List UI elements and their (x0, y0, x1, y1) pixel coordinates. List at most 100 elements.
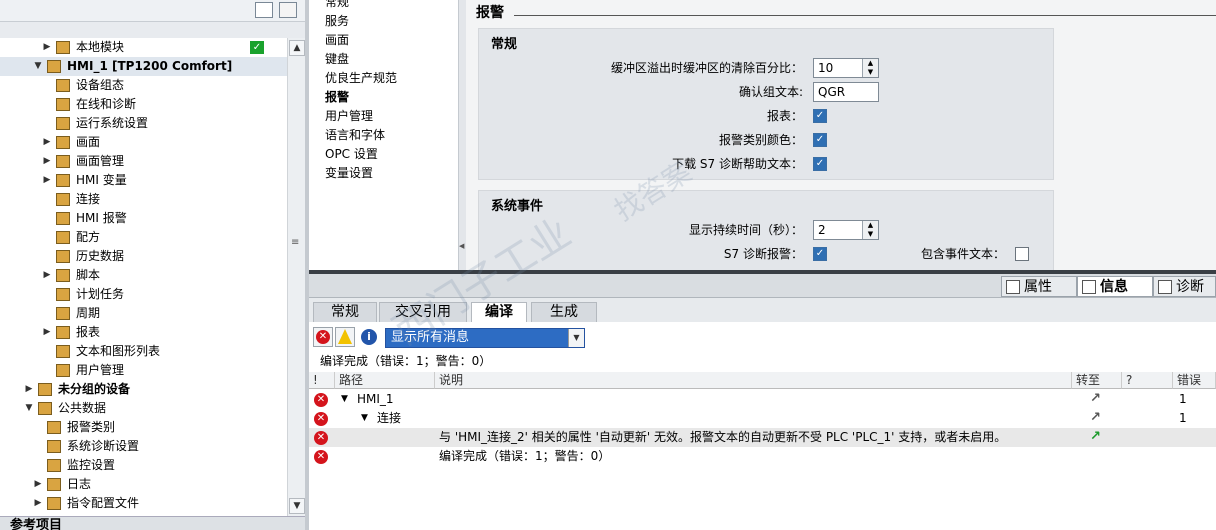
nav-item[interactable]: 变量设置 (325, 164, 373, 183)
tree-item[interactable]: 报警类别 (0, 418, 287, 437)
nav-item[interactable]: 用户管理 (325, 107, 373, 126)
expand-arrow-icon[interactable]: ▶ (42, 266, 52, 285)
tree-item[interactable]: HMI 报警 (0, 209, 287, 228)
expand-arrow-icon[interactable]: ▶ (42, 323, 52, 342)
tree-item[interactable]: 用户管理 (0, 361, 287, 380)
nav-item[interactable]: 服务 (325, 12, 349, 31)
tree-item[interactable]: ▼ HMI_1 [TP1200 Comfort] (0, 57, 287, 76)
nav-item[interactable]: 报警 (325, 88, 349, 107)
tree-item[interactable]: 运行系统设置 (0, 114, 287, 133)
info-icon (1082, 280, 1096, 294)
buffer-clear-label: 缓冲区溢出时缓冲区的清除百分比： (610, 61, 803, 75)
goto-icon[interactable]: ↗ (1090, 411, 1102, 424)
nav-item[interactable]: 优良生产规范 (325, 69, 397, 88)
goto-icon[interactable]: ↗ (1090, 392, 1102, 405)
subtab-general[interactable]: 常规 (313, 302, 377, 322)
stepper-arrows-icon[interactable]: ▲ ▼ (862, 59, 878, 77)
ack-group-field[interactable]: QGR (813, 82, 879, 102)
col-goto[interactable]: 转至 (1072, 372, 1122, 389)
expand-arrow-icon[interactable]: ▶ (42, 133, 52, 152)
tree-item[interactable]: 文本和图形列表 (0, 342, 287, 361)
collapse-arrow-icon[interactable]: ▼ (341, 390, 348, 409)
scroll-down-icon[interactable]: ▼ (289, 498, 305, 514)
filter-warnings-button[interactable] (335, 327, 355, 347)
scroll-grip-icon[interactable]: ≡ (291, 238, 303, 248)
display-duration-stepper[interactable]: 2 ▲ ▼ (813, 220, 879, 240)
collapse-arrow-icon[interactable]: ▼ (24, 399, 34, 418)
tree-item[interactable]: ▶ 报表 (0, 323, 287, 342)
download-s7-checkbox[interactable]: ✓ (813, 157, 827, 171)
tree-item[interactable]: ▶ 脚本 (0, 266, 287, 285)
grid-view-icon[interactable] (279, 2, 297, 18)
tree-item[interactable]: 设备组态 (0, 76, 287, 95)
nav-collapse-bar[interactable]: ◀ (458, 0, 466, 270)
tree-item[interactable]: 历史数据 (0, 247, 287, 266)
tree-item[interactable]: 周期 (0, 304, 287, 323)
nav-item[interactable]: 语言和字体 (325, 126, 385, 145)
subtab-compile[interactable]: 编译 (471, 302, 527, 322)
col-help[interactable]: ? (1122, 372, 1173, 389)
stepper-arrows-icon[interactable]: ▲ ▼ (862, 221, 878, 239)
col-path[interactable]: 路径 (335, 372, 435, 389)
tree-item[interactable]: 在线和诊断 (0, 95, 287, 114)
tree-item[interactable]: 计划任务 (0, 285, 287, 304)
tree-item[interactable]: 连接 (0, 190, 287, 209)
list-view-icon[interactable] (255, 2, 273, 18)
col-severity[interactable]: ! (309, 372, 335, 389)
expand-arrow-icon[interactable]: ▶ (42, 152, 52, 171)
event-text-checkbox[interactable] (1015, 247, 1029, 261)
tree-item[interactable]: 监控设置 (0, 456, 287, 475)
tree-item-label: 监控设置 (67, 458, 116, 472)
expand-arrow-icon[interactable]: ▶ (42, 38, 52, 57)
tree-item[interactable]: ▼ 公共数据 (0, 399, 287, 418)
tree-item[interactable]: 系统诊断设置 (0, 437, 287, 456)
collapse-arrow-icon[interactable]: ▼ (33, 57, 43, 76)
nav-item[interactable]: OPC 设置 (325, 145, 378, 164)
tree-scrollbar[interactable]: ▲ ≡ ▼ (287, 38, 305, 516)
nav-item[interactable]: 画面 (325, 31, 349, 50)
tree-item-label: HMI_1 [TP1200 Comfort] (67, 59, 233, 73)
alarm-class-color-checkbox[interactable]: ✓ (813, 133, 827, 147)
tab-info[interactable]: 信息 (1077, 276, 1153, 297)
reference-projects-header[interactable]: 参考项目 (0, 516, 305, 530)
filter-errors-button[interactable]: ✕ (313, 327, 333, 347)
message-row[interactable]: ✕ ▼ HMI_1 ↗ 1 (309, 390, 1216, 409)
message-row[interactable]: ✕ 编译完成（错误：1；警告：0） (309, 447, 1216, 466)
display-duration-label: 显示持续时间（秒）： (688, 223, 803, 237)
diagnostics-icon (1158, 280, 1172, 294)
chevron-down-icon[interactable]: ▼ (568, 329, 584, 347)
info-icon[interactable]: i (361, 329, 377, 345)
subtab-generate[interactable]: 生成 (531, 302, 597, 322)
col-description[interactable]: 说明 (435, 372, 1072, 389)
tree-item[interactable]: ▶ HMI 变量 (0, 171, 287, 190)
tree-item[interactable]: ▶ 画面 (0, 133, 287, 152)
message-row[interactable]: ✕ ▼ 连接 ↗ 1 (309, 409, 1216, 428)
nav-item[interactable]: 常规 (325, 0, 349, 12)
s7-diag-alarm-checkbox[interactable]: ✓ (813, 247, 827, 261)
report-checkbox[interactable]: ✓ (813, 109, 827, 123)
tree-item[interactable]: ▶ 日志 (0, 475, 287, 494)
tree-item[interactable]: ▶ 画面管理 (0, 152, 287, 171)
nav-item[interactable]: 键盘 (325, 50, 349, 69)
message-filter-select[interactable]: 显示所有消息 ▼ (385, 328, 585, 348)
message-row[interactable]: ✕ 与 'HMI_连接_2' 相关的属性 '自动更新' 无效。报警文本的自动更新不… (309, 428, 1216, 447)
screen-management-icon (56, 155, 70, 168)
tree-item[interactable]: ▶ 本地模块 ✓ (0, 38, 287, 57)
expand-arrow-icon[interactable]: ▶ (33, 494, 43, 513)
tree-item[interactable]: 配方 (0, 228, 287, 247)
scroll-up-icon[interactable]: ▲ (289, 40, 305, 56)
project-tree: ▶ 本地模块 ✓ ▼ HMI_1 [TP1200 Comfort] 设备组态 在线和诊断 运行… (0, 38, 287, 518)
goto-icon[interactable]: ↗ (1090, 430, 1102, 443)
subtab-cross-reference[interactable]: 交叉引用 (379, 302, 467, 322)
expand-arrow-icon[interactable]: ▶ (24, 380, 34, 399)
tab-diagnostics[interactable]: 诊断 (1153, 276, 1216, 297)
buffer-clear-stepper[interactable]: 10 ▲ ▼ (813, 58, 879, 78)
tree-item[interactable]: ▶ 未分组的设备 (0, 380, 287, 399)
tree-item-label: 指令配置文件 (67, 496, 140, 510)
collapse-arrow-icon[interactable]: ▼ (361, 409, 368, 428)
tree-item[interactable]: ▶ 指令配置文件 (0, 494, 287, 513)
expand-arrow-icon[interactable]: ▶ (42, 171, 52, 190)
tab-properties[interactable]: 属性 (1001, 276, 1077, 297)
col-errors[interactable]: 错误 (1173, 372, 1216, 389)
expand-arrow-icon[interactable]: ▶ (33, 475, 43, 494)
